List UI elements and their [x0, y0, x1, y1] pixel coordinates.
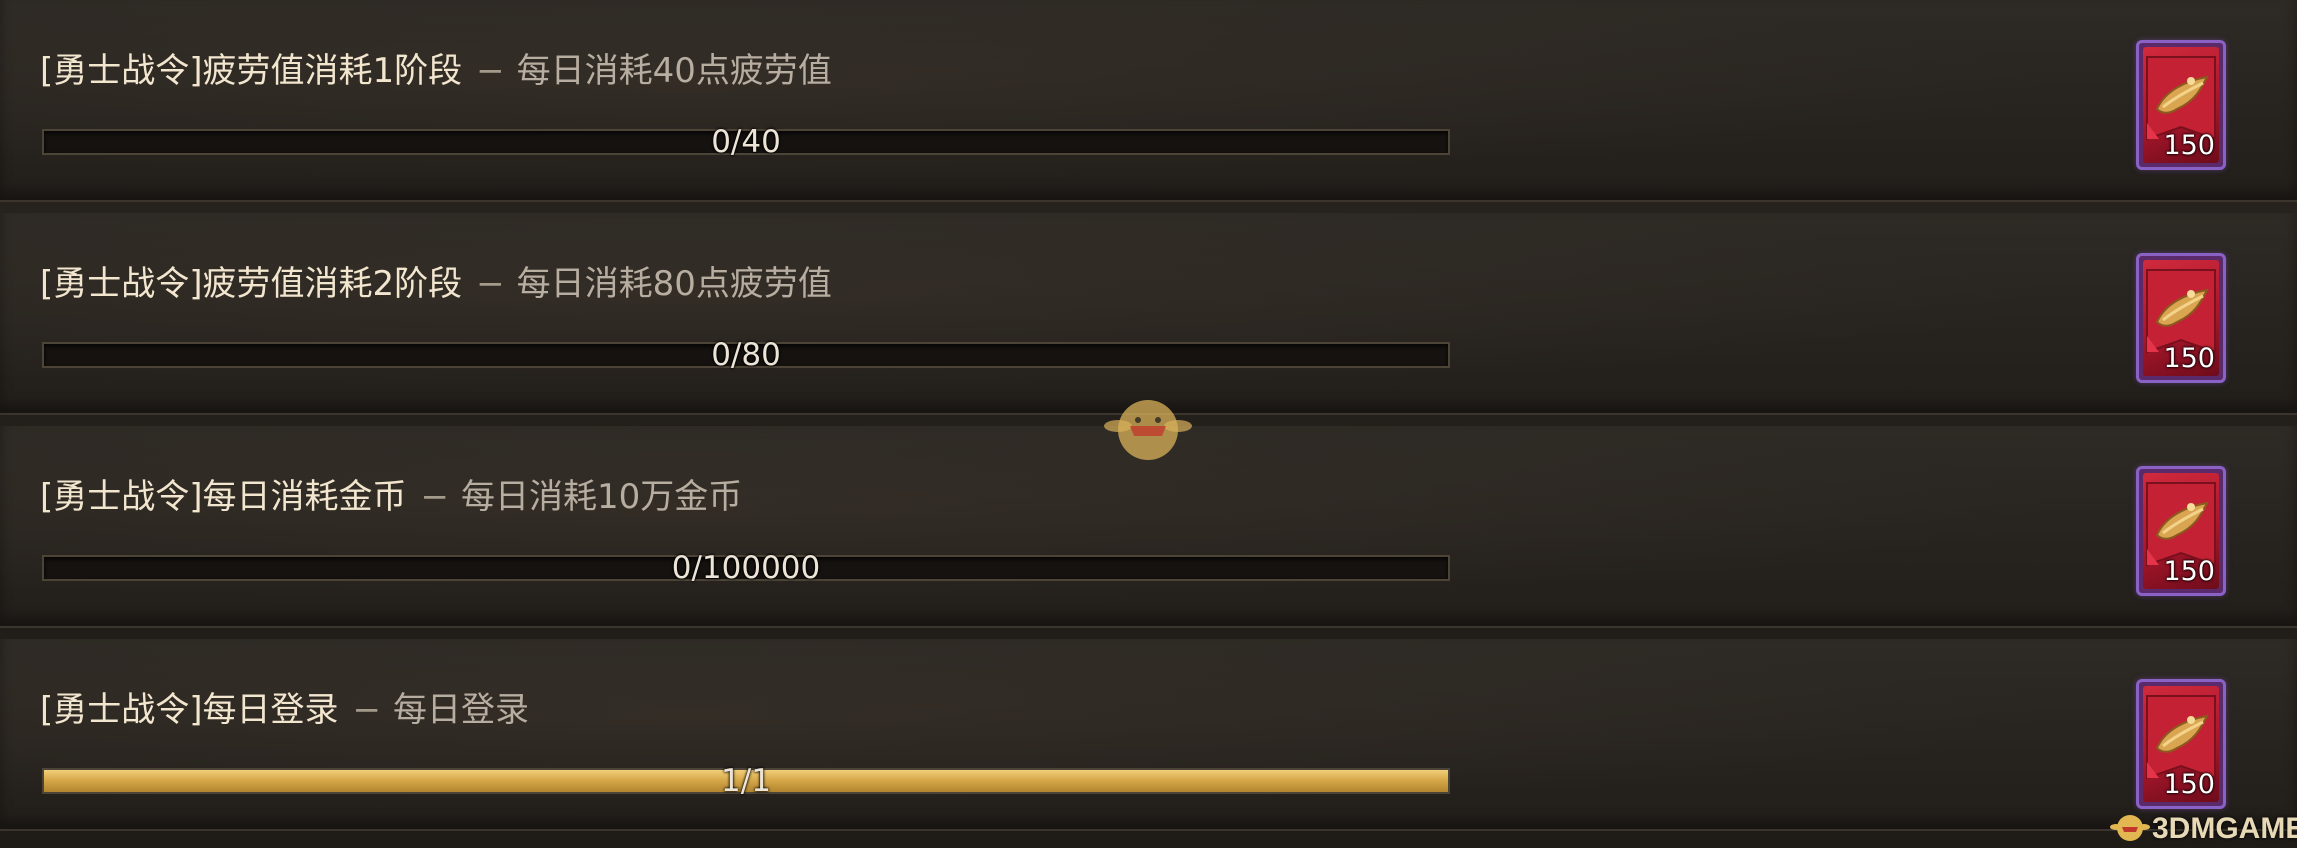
mascot-watermark-icon	[1104, 400, 1192, 460]
task-title: [勇士战令]每日消耗金币	[40, 477, 407, 517]
progress-text: 0/80	[711, 337, 781, 373]
task-separator: −	[352, 690, 382, 730]
task-description: 每日登录	[393, 690, 530, 730]
watermark-text: 3DMGAME	[2152, 812, 2297, 845]
progress-text: 1/1	[721, 763, 771, 799]
progress-text: 0/40	[711, 124, 781, 160]
task-separator: −	[476, 51, 505, 91]
task-title-line: [勇士战令]疲劳值消耗2阶段 − 每日消耗80点疲劳值	[40, 259, 832, 309]
task-title: [勇士战令]每日登录	[40, 690, 339, 730]
task-row: [勇士战令]疲劳值消耗2阶段 − 每日消耗80点疲劳值 0/80 150	[0, 213, 2297, 415]
task-row: [勇士战令]疲劳值消耗1阶段 − 每日消耗40点疲劳值 0/40 150	[0, 0, 2297, 202]
reward-item[interactable]: 150	[2136, 253, 2226, 383]
task-title: [勇士战令]疲劳值消耗2阶段	[40, 264, 463, 304]
reward-item[interactable]: 150	[2136, 679, 2226, 809]
progress-bar: 1/1	[42, 764, 1450, 798]
reward-count: 150	[2163, 556, 2215, 587]
task-description: 每日消耗80点疲劳值	[516, 264, 832, 304]
progress-bar: 0/40	[42, 125, 1450, 159]
reward-item[interactable]: 150	[2136, 466, 2226, 596]
reward-count: 150	[2163, 769, 2215, 800]
progress-text: 0/100000	[671, 550, 821, 586]
reward-count: 150	[2163, 343, 2215, 374]
reward-count: 150	[2163, 130, 2215, 161]
mascot-icon	[2110, 815, 2150, 841]
task-separator: −	[476, 264, 505, 304]
task-separator: −	[420, 477, 450, 517]
reward-item[interactable]: 150	[2136, 40, 2226, 170]
task-description: 每日消耗10万金币	[461, 477, 743, 517]
task-title-line: [勇士战令]每日登录 − 每日登录	[40, 685, 529, 735]
task-description: 每日消耗40点疲劳值	[516, 51, 832, 91]
task-title-line: [勇士战令]疲劳值消耗1阶段 − 每日消耗40点疲劳值	[40, 46, 832, 96]
task-title-line: [勇士战令]每日消耗金币 − 每日消耗10万金币	[40, 472, 742, 522]
task-title: [勇士战令]疲劳值消耗1阶段	[40, 51, 463, 91]
progress-bar: 0/100000	[42, 551, 1450, 585]
task-row: [勇士战令]每日登录 − 每日登录 1/1 150	[0, 639, 2297, 831]
progress-bar: 0/80	[42, 338, 1450, 372]
